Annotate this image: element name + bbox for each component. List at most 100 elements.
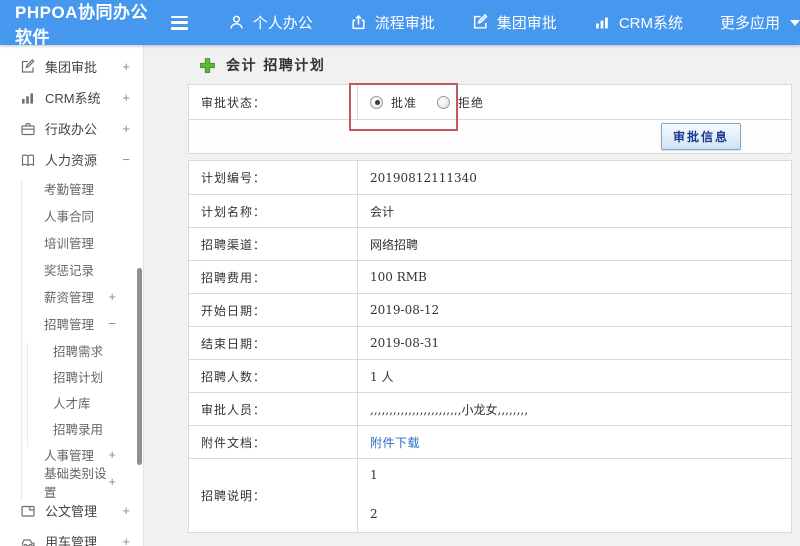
nav-label: 更多应用 bbox=[719, 15, 780, 32]
table-row: 附件文档： 附件下载 bbox=[189, 425, 791, 458]
field-label: 计划名称： bbox=[189, 195, 358, 227]
menu-toggle-icon[interactable] bbox=[171, 15, 188, 30]
expand-marker[interactable]: − bbox=[108, 316, 116, 331]
table-row: 计划编号： 20190812111340 bbox=[189, 161, 791, 194]
sidebar-item-label: 薪资管理 bbox=[44, 291, 95, 305]
sidebar-item-label: 集团审批 bbox=[45, 60, 98, 75]
bar-chart-icon bbox=[22, 92, 33, 104]
field-label: 附件文档： bbox=[189, 426, 358, 458]
field-value: 1 人 bbox=[370, 369, 394, 384]
table-row: 招聘渠道： 网络招聘 bbox=[189, 227, 791, 260]
sidebar-item-label: 考勤管理 bbox=[44, 183, 95, 197]
sidebar-item-label: 招聘需求 bbox=[53, 344, 104, 359]
reject-radio-label[interactable]: 拒绝 bbox=[458, 94, 484, 111]
plus-icon bbox=[200, 57, 215, 73]
page-title-row: 会计 招聘计划 bbox=[199, 55, 325, 75]
sidebar-item-admin-office[interactable]: 行政办公 + bbox=[0, 113, 143, 144]
button-row: 审批信息 bbox=[189, 119, 791, 153]
approve-radio-label[interactable]: 批准 bbox=[391, 94, 417, 111]
nav-personal-office[interactable]: 个人办公 bbox=[228, 12, 313, 33]
expand-marker[interactable]: + bbox=[108, 474, 116, 489]
approve-radio[interactable] bbox=[370, 95, 383, 109]
main-content: 会计 招聘计划 审批状态： 批准 拒绝 审批信息 计划编号： 201908121… bbox=[145, 45, 800, 546]
sidebar-item-label: 招聘计划 bbox=[53, 370, 104, 385]
field-label: 开始日期： bbox=[189, 294, 358, 326]
nav-more-apps[interactable]: 更多应用 bbox=[720, 12, 800, 33]
sidebar-item-label: 人才库 bbox=[53, 396, 91, 411]
tree-guide-line bbox=[27, 343, 28, 447]
caret-down-icon bbox=[790, 19, 800, 26]
expand-marker[interactable]: + bbox=[122, 503, 130, 518]
sidebar-item-label: 招聘录用 bbox=[53, 422, 104, 437]
field-value: ,,,,,,,,,,,,,,,,,,,,,,,,小龙女,,,,,,,, bbox=[370, 402, 529, 417]
field-value: 会计 bbox=[370, 204, 395, 219]
table-row: 审批人员： ,,,,,,,,,,,,,,,,,,,,,,,,小龙女,,,,,,,… bbox=[189, 392, 791, 425]
field-label: 计划编号： bbox=[189, 161, 358, 194]
expand-marker[interactable]: + bbox=[122, 90, 130, 105]
book-icon bbox=[21, 154, 35, 166]
detail-table: 计划编号： 20190812111340 计划名称： 会计 招聘渠道： 网络招聘… bbox=[188, 160, 792, 533]
expand-marker[interactable]: + bbox=[108, 289, 116, 304]
field-value: 20190812111340 bbox=[370, 170, 477, 185]
field-value: 网络招聘 bbox=[370, 237, 419, 252]
expand-marker[interactable]: + bbox=[122, 534, 130, 546]
nav-crm-system[interactable]: CRM系统 bbox=[594, 12, 683, 33]
field-label: 结束日期： bbox=[189, 327, 358, 359]
sidebar-item-label: 招聘管理 bbox=[44, 318, 95, 332]
field-value: 附件下载 bbox=[358, 426, 791, 458]
sidebar-item-label: 公文管理 bbox=[45, 504, 98, 519]
table-row: 开始日期： 2019-08-12 bbox=[189, 293, 791, 326]
attachment-download-link[interactable]: 附件下载 bbox=[370, 434, 420, 451]
expand-marker[interactable]: − bbox=[122, 152, 130, 167]
nav-label: 集团审批 bbox=[496, 15, 557, 32]
table-row: 招聘说明： 1 2 bbox=[189, 458, 791, 532]
bar-chart-icon bbox=[595, 17, 608, 29]
sidebar-item-hr[interactable]: 人力资源 − bbox=[0, 144, 143, 175]
field-value: 2019-08-12 bbox=[370, 303, 440, 317]
expand-marker[interactable]: + bbox=[122, 121, 130, 136]
table-row: 结束日期： 2019-08-31 bbox=[189, 326, 791, 359]
sidebar-item-vehicle-mgmt[interactable]: 用车管理 + bbox=[0, 526, 143, 546]
approve-info-button[interactable]: 审批信息 bbox=[660, 123, 741, 150]
field-value: 100 RMB bbox=[370, 270, 427, 284]
field-value: 2019-08-31 bbox=[370, 336, 440, 350]
expand-marker[interactable]: + bbox=[108, 447, 116, 462]
table-row: 招聘人数： 1 人 bbox=[189, 359, 791, 392]
description-line: 1 bbox=[370, 468, 378, 482]
top-navigation: 个人办公 流程审批 集团审批 CRM系统 更多应用 bbox=[228, 12, 800, 33]
nav-process-approval[interactable]: 流程审批 bbox=[350, 12, 435, 33]
user-icon bbox=[230, 15, 243, 29]
sidebar: 集团审批 + CRM系统 + 行政办公 + 人力资源 − 考勤管理 人事合同 培… bbox=[0, 45, 144, 546]
reject-radio[interactable] bbox=[437, 95, 451, 109]
sidebar-scrollbar-thumb[interactable] bbox=[137, 268, 142, 465]
field-label: 招聘说明： bbox=[189, 459, 358, 532]
description-line: 2 bbox=[370, 507, 378, 521]
sidebar-item-label: 奖惩记录 bbox=[44, 264, 95, 278]
sidebar-item-label: 人事管理 bbox=[44, 449, 95, 463]
tree-guide-line bbox=[21, 181, 22, 501]
page-title: 会计 招聘计划 bbox=[226, 58, 326, 74]
sidebar-item-label: CRM系统 bbox=[45, 91, 101, 106]
sidebar-item-group-approval[interactable]: 集团审批 + bbox=[0, 51, 143, 82]
sidebar-item-label: 用车管理 bbox=[45, 535, 98, 546]
status-options: 批准 拒绝 bbox=[358, 85, 791, 119]
status-row: 审批状态： 批准 拒绝 bbox=[189, 85, 791, 119]
field-label: 招聘渠道： bbox=[189, 228, 358, 260]
nav-label: 个人办公 bbox=[252, 15, 313, 32]
app-logo[interactable]: PHPOA协同办公软件 bbox=[0, 0, 163, 48]
field-label: 审批状态： bbox=[189, 85, 358, 119]
table-row: 计划名称： 会计 bbox=[189, 194, 791, 227]
nav-group-approval[interactable]: 集团审批 bbox=[472, 12, 557, 33]
field-label: 审批人员： bbox=[189, 393, 358, 425]
expand-marker[interactable]: + bbox=[122, 59, 130, 74]
car-icon bbox=[21, 538, 35, 546]
table-row: 招聘费用： 100 RMB bbox=[189, 260, 791, 293]
status-table: 审批状态： 批准 拒绝 审批信息 bbox=[188, 84, 792, 154]
nav-label: CRM系统 bbox=[618, 15, 683, 32]
briefcase-icon bbox=[21, 122, 35, 135]
topbar: PHPOA协同办公软件 个人办公 流程审批 集团审批 CRM系统 更多应用 bbox=[0, 0, 800, 48]
field-label: 招聘费用： bbox=[189, 261, 358, 293]
process-approval-icon bbox=[352, 14, 365, 30]
sidebar-item-crm[interactable]: CRM系统 + bbox=[0, 82, 143, 113]
form-panel: 审批状态： 批准 拒绝 审批信息 计划编号： 20190812111340 计划… bbox=[188, 84, 792, 533]
